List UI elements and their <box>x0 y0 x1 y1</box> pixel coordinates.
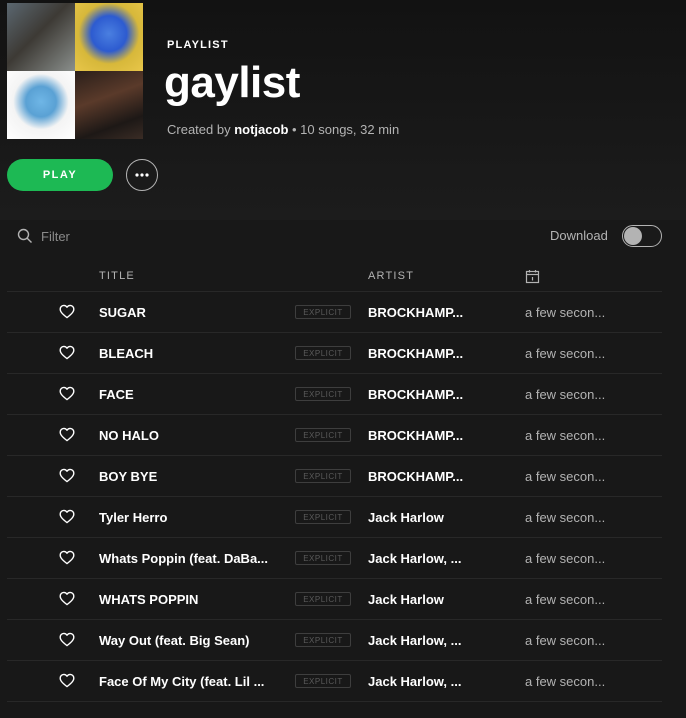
heart-outline-icon[interactable] <box>59 304 75 324</box>
track-date-added: a few secon... <box>525 510 606 525</box>
heart-outline-icon[interactable] <box>59 386 75 406</box>
playlist-type-label: PLAYLIST <box>167 39 229 51</box>
track-artist[interactable]: BROCKHAMP... <box>368 346 478 361</box>
track-title[interactable]: BLEACH <box>99 346 287 361</box>
download-toggle-knob <box>624 227 642 245</box>
filter-input[interactable] <box>41 228 201 244</box>
search-icon <box>17 228 32 243</box>
track-artist[interactable]: BROCKHAMP... <box>368 387 478 402</box>
download-label: Download <box>550 228 608 243</box>
heart-outline-icon[interactable] <box>59 468 75 488</box>
track-title[interactable]: NO HALO <box>99 428 287 443</box>
heart-outline-icon[interactable] <box>59 427 75 447</box>
playlist-title: gaylist <box>164 58 300 107</box>
track-title[interactable]: Tyler Herro <box>99 510 287 525</box>
heart-outline-icon[interactable] <box>59 591 75 611</box>
playlist-cover-mosaic <box>7 3 143 139</box>
calendar-icon[interactable] <box>525 269 540 284</box>
track-artist[interactable]: Jack Harlow, ... <box>368 551 478 566</box>
track-date-added: a few secon... <box>525 469 606 484</box>
track-artist[interactable]: BROCKHAMP... <box>368 428 478 443</box>
heart-outline-icon[interactable] <box>59 632 75 652</box>
track-row[interactable]: Way Out (feat. Big Sean) EXPLICIT Jack Har… <box>7 620 662 661</box>
track-title[interactable]: Face Of My City (feat. Lil ... <box>99 674 287 689</box>
track-title[interactable]: FACE <box>99 387 287 402</box>
cover-art-3 <box>7 71 75 139</box>
playlist-summary: • 10 songs, 32 min <box>288 122 400 137</box>
track-date-added: a few secon... <box>525 428 606 443</box>
cover-art-2 <box>75 3 143 71</box>
track-row[interactable]: Face Of My City (feat. Lil ... EXPLICIT Ja… <box>7 661 662 702</box>
more-dots-icon <box>135 173 149 177</box>
column-header-artist[interactable]: ARTIST <box>368 270 414 282</box>
explicit-badge: EXPLICIT <box>295 592 351 606</box>
filter-box[interactable] <box>17 226 201 246</box>
heart-outline-icon[interactable] <box>59 550 75 570</box>
heart-outline-icon[interactable] <box>59 345 75 365</box>
track-date-added: a few secon... <box>525 387 606 402</box>
track-date-added: a few secon... <box>525 346 606 361</box>
explicit-badge: EXPLICIT <box>295 633 351 647</box>
cover-art-1 <box>7 3 75 71</box>
heart-outline-icon[interactable] <box>59 509 75 529</box>
explicit-badge: EXPLICIT <box>295 428 351 442</box>
track-artist[interactable]: Jack Harlow, ... <box>368 674 478 689</box>
track-row[interactable]: Tyler Herro EXPLICIT Jack Harlow a few seco… <box>7 497 662 538</box>
track-artist[interactable]: Jack Harlow <box>368 510 478 525</box>
track-date-added: a few secon... <box>525 674 606 689</box>
explicit-badge: EXPLICIT <box>295 469 351 483</box>
explicit-badge: EXPLICIT <box>295 387 351 401</box>
explicit-badge: EXPLICIT <box>295 674 351 688</box>
track-list: SUGAR EXPLICIT BROCKHAMP... a few secon... B… <box>7 292 662 702</box>
track-title[interactable]: Whats Poppin (feat. DaBa... <box>99 551 287 566</box>
track-row[interactable]: WHATS POPPIN EXPLICIT Jack Harlow a few sec… <box>7 579 662 620</box>
track-date-added: a few secon... <box>525 592 606 607</box>
track-row[interactable]: BOY BYE EXPLICIT BROCKHAMP... a few secon..… <box>7 456 662 497</box>
track-date-added: a few secon... <box>525 551 606 566</box>
track-row[interactable]: NO HALO EXPLICIT BROCKHAMP... a few secon..… <box>7 415 662 456</box>
track-artist[interactable]: BROCKHAMP... <box>368 305 478 320</box>
track-date-added: a few secon... <box>525 633 606 648</box>
playlist-meta: Created by notjacob • 10 songs, 32 min <box>167 122 399 137</box>
track-title[interactable]: BOY BYE <box>99 469 287 484</box>
track-artist[interactable]: Jack Harlow <box>368 592 478 607</box>
more-options-button[interactable] <box>126 159 158 191</box>
cover-art-4 <box>75 71 143 139</box>
track-row[interactable]: SUGAR EXPLICIT BROCKHAMP... a few secon... <box>7 292 662 333</box>
created-by-label: Created by <box>167 122 231 137</box>
track-row[interactable]: FACE EXPLICIT BROCKHAMP... a few secon... <box>7 374 662 415</box>
track-title[interactable]: SUGAR <box>99 305 287 320</box>
explicit-badge: EXPLICIT <box>295 510 351 524</box>
track-title[interactable]: WHATS POPPIN <box>99 592 287 607</box>
explicit-badge: EXPLICIT <box>295 346 351 360</box>
download-toggle[interactable] <box>622 225 662 247</box>
explicit-badge: EXPLICIT <box>295 305 351 319</box>
track-title[interactable]: Way Out (feat. Big Sean) <box>99 633 287 648</box>
column-header-title[interactable]: TITLE <box>99 270 135 282</box>
play-button[interactable]: PLAY <box>7 159 113 191</box>
heart-outline-icon[interactable] <box>59 673 75 693</box>
track-artist[interactable]: Jack Harlow, ... <box>368 633 478 648</box>
track-row[interactable]: BLEACH EXPLICIT BROCKHAMP... a few secon... <box>7 333 662 374</box>
owner-link[interactable]: notjacob <box>234 122 288 137</box>
explicit-badge: EXPLICIT <box>295 551 351 565</box>
track-date-added: a few secon... <box>525 305 606 320</box>
track-row[interactable]: Whats Poppin (feat. DaBa... EXPLICIT Jack … <box>7 538 662 579</box>
track-artist[interactable]: BROCKHAMP... <box>368 469 478 484</box>
